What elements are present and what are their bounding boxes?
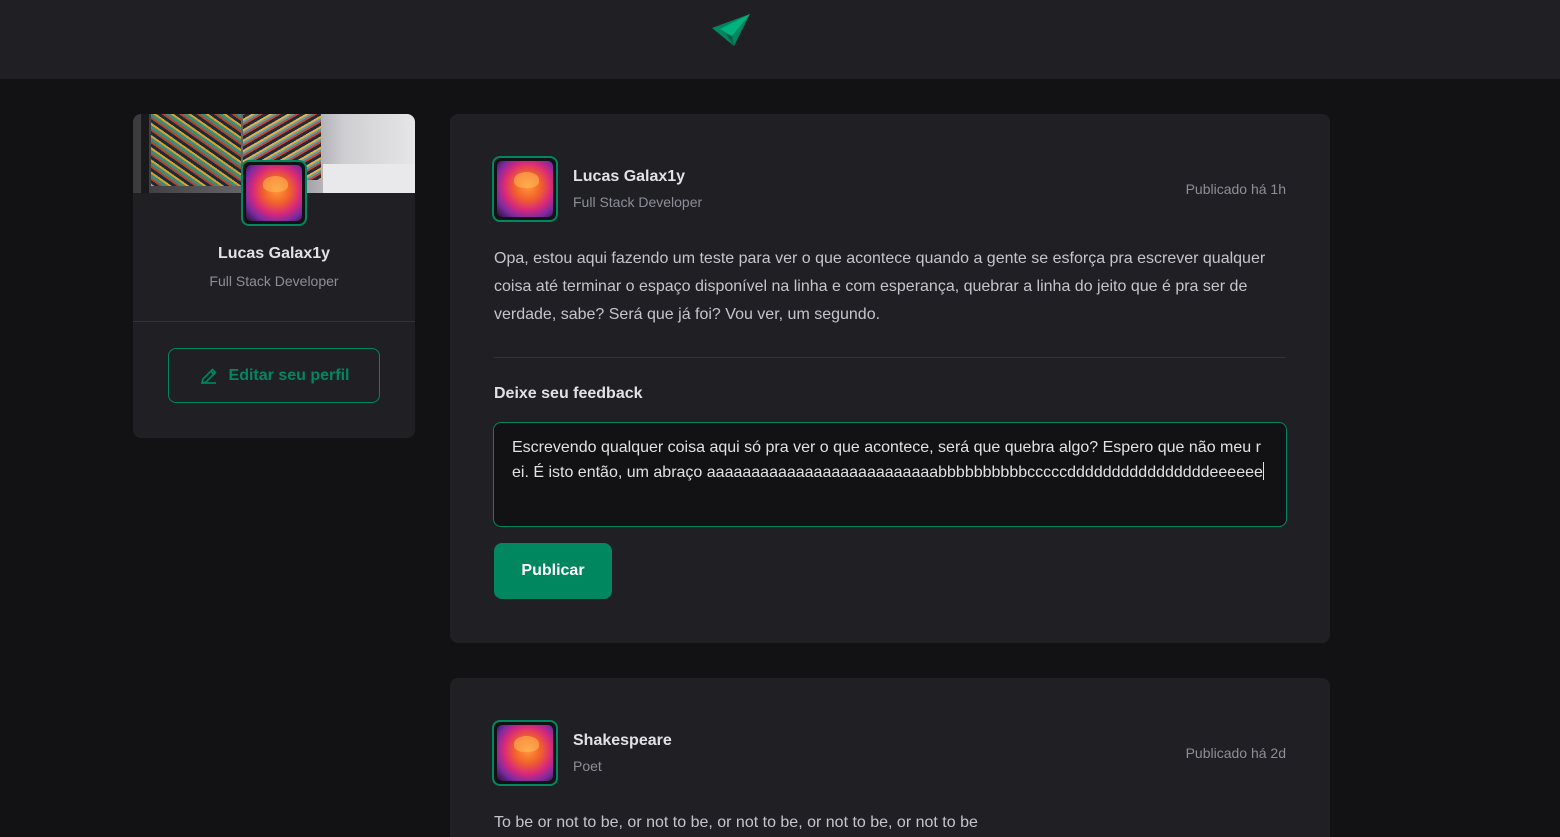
author-name[interactable]: Lucas Galax1y — [573, 168, 685, 186]
edit-profile-button[interactable]: Editar seu perfil — [168, 348, 380, 403]
author-avatar[interactable] — [492, 720, 558, 786]
author-avatar[interactable] — [492, 156, 558, 222]
post-card: Shakespeare Poet Publicado há 2d To be o… — [450, 678, 1330, 837]
author-name[interactable]: Shakespeare — [573, 732, 672, 750]
author-role: Poet — [573, 758, 602, 774]
published-time: Publicado há 2d — [1185, 745, 1286, 761]
profile-name: Lucas Galax1y — [217, 245, 331, 262]
post-card: Lucas Galax1y Full Stack Developer Publi… — [450, 114, 1330, 643]
feedback-textarea[interactable]: Escrevendo qualquer coisa aqui só pra ve… — [493, 422, 1287, 527]
profile-role: Full Stack Developer — [209, 273, 339, 289]
author-role: Full Stack Developer — [573, 194, 703, 210]
publish-button[interactable]: Publicar — [494, 543, 612, 599]
avatar[interactable] — [241, 160, 307, 226]
ignite-feed-logo-icon[interactable] — [712, 12, 750, 48]
divider — [133, 321, 415, 322]
edit-profile-label: Editar seu perfil — [228, 366, 350, 384]
feedback-title: Deixe seu feedback — [494, 385, 643, 402]
published-time: Publicado há 1h — [1185, 181, 1286, 197]
top-header — [0, 0, 1560, 79]
divider — [494, 357, 1286, 358]
feedback-text: Escrevendo qualquer coisa aqui só pra ve… — [512, 439, 1263, 481]
post-content: To be or not to be, or not to be, or not… — [494, 814, 978, 831]
text-caret — [1262, 462, 1264, 480]
profile-sidebar: Lucas Galax1y Full Stack Developer Edita… — [133, 114, 415, 438]
post-content: Opa, estou aqui fazendo um teste para ve… — [494, 250, 1266, 323]
pencil-icon — [200, 367, 217, 384]
